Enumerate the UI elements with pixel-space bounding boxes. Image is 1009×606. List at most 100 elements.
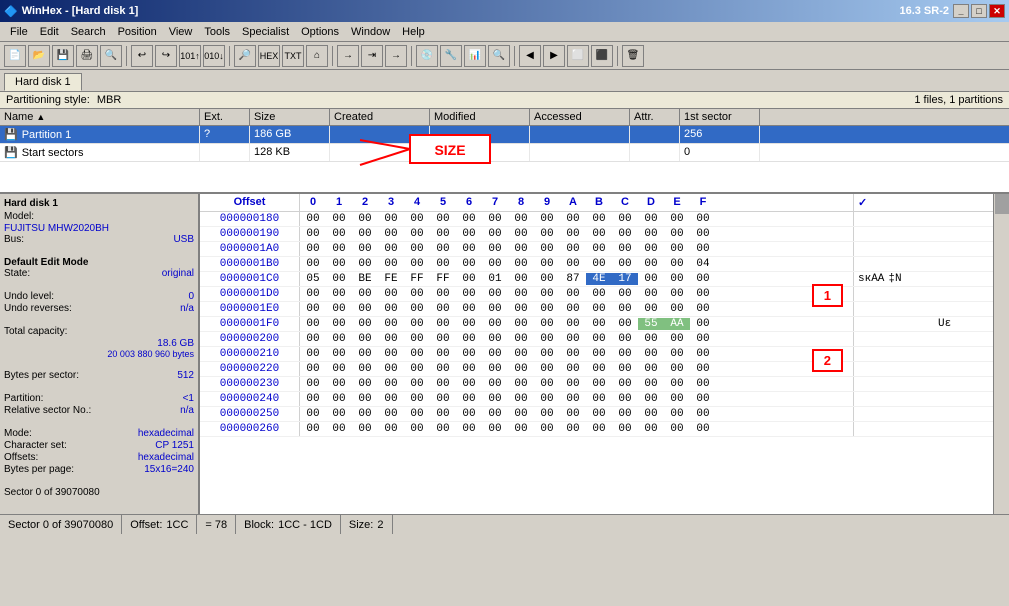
hex-byte-cell[interactable]: 00 — [326, 363, 352, 375]
hex-byte-cell[interactable]: 00 — [560, 333, 586, 345]
hex-byte-cell[interactable]: 00 — [560, 213, 586, 225]
hex-byte-cell[interactable]: 00 — [326, 423, 352, 435]
hex-byte-cell[interactable]: 00 — [326, 288, 352, 300]
hex-byte-cell[interactable]: 00 — [300, 393, 326, 405]
hex-byte-cell[interactable]: 00 — [508, 288, 534, 300]
maximize-button[interactable]: □ — [971, 4, 987, 18]
hex-byte-cell[interactable]: 00 — [404, 363, 430, 375]
hex-byte-cell[interactable]: 00 — [586, 363, 612, 375]
hex-byte-cell[interactable]: 00 — [638, 213, 664, 225]
toolbar-open[interactable]: 📂 — [28, 45, 50, 67]
hex-byte-cell[interactable]: 00 — [404, 213, 430, 225]
hex-byte-cell[interactable]: 00 — [638, 303, 664, 315]
title-bar-controls[interactable]: _ □ ✕ — [953, 4, 1005, 18]
hex-byte-cell[interactable]: 00 — [326, 393, 352, 405]
tab-harddisk1[interactable]: Hard disk 1 — [4, 73, 82, 91]
hex-byte-cell[interactable]: 00 — [430, 423, 456, 435]
hex-byte-cell[interactable]: 00 — [378, 333, 404, 345]
hex-byte-cell[interactable]: 00 — [326, 408, 352, 420]
toolbar-disk3[interactable]: 📊 — [464, 45, 486, 67]
hex-byte-cell[interactable]: 00 — [612, 243, 638, 255]
hex-byte-cell[interactable]: 00 — [300, 228, 326, 240]
hex-byte-cell[interactable]: 00 — [612, 378, 638, 390]
hex-byte-cell[interactable]: 00 — [430, 393, 456, 405]
hex-byte-cell[interactable]: 00 — [456, 393, 482, 405]
hex-byte-cell[interactable]: 00 — [612, 318, 638, 330]
hex-byte-cell[interactable]: FF — [404, 273, 430, 285]
hex-byte-cell[interactable]: 00 — [560, 423, 586, 435]
hex-byte-cell[interactable]: 00 — [456, 318, 482, 330]
toolbar-disk1[interactable]: 💿 — [416, 45, 438, 67]
hex-byte-cell[interactable]: 00 — [300, 318, 326, 330]
hex-byte-cell[interactable]: 00 — [690, 333, 716, 345]
hex-byte-cell[interactable]: 00 — [508, 258, 534, 270]
hex-byte-cell[interactable]: AA — [664, 318, 690, 330]
hex-byte-cell[interactable]: 00 — [534, 213, 560, 225]
hex-byte-cell[interactable]: 00 — [638, 348, 664, 360]
hex-byte-cell[interactable]: 00 — [586, 243, 612, 255]
hex-byte-cell[interactable]: 00 — [326, 378, 352, 390]
hex-byte-cell[interactable]: 00 — [612, 333, 638, 345]
hex-byte-cell[interactable]: 00 — [404, 408, 430, 420]
hex-byte-cell[interactable]: 00 — [664, 333, 690, 345]
hex-byte-cell[interactable]: 00 — [690, 408, 716, 420]
close-button[interactable]: ✕ — [989, 4, 1005, 18]
hex-byte-cell[interactable]: 00 — [456, 363, 482, 375]
hex-byte-cell[interactable]: 00 — [326, 213, 352, 225]
hex-byte-cell[interactable]: 00 — [586, 228, 612, 240]
toolbar-nav-back[interactable]: ◀ — [519, 45, 541, 67]
hex-byte-cell[interactable]: 00 — [560, 408, 586, 420]
hex-byte-cell[interactable]: 00 — [482, 393, 508, 405]
hex-byte-cell[interactable]: 00 — [612, 348, 638, 360]
hex-byte-cell[interactable]: 00 — [482, 228, 508, 240]
hex-byte-cell[interactable]: 00 — [326, 318, 352, 330]
hex-byte-cell[interactable]: 00 — [612, 423, 638, 435]
hex-byte-cell[interactable]: 00 — [352, 243, 378, 255]
hex-byte-cell[interactable]: 00 — [534, 243, 560, 255]
hex-byte-cell[interactable]: 00 — [326, 348, 352, 360]
hex-byte-cell[interactable]: 00 — [482, 258, 508, 270]
menu-options[interactable]: Options — [295, 24, 345, 40]
hex-byte-cell[interactable]: 00 — [690, 273, 716, 285]
hex-byte-cell[interactable]: 00 — [352, 288, 378, 300]
hex-byte-cell[interactable]: 00 — [690, 243, 716, 255]
hex-byte-cell[interactable]: 00 — [638, 333, 664, 345]
toolbar-hex[interactable]: HEX — [258, 45, 280, 67]
hex-byte-cell[interactable]: 00 — [690, 363, 716, 375]
menu-help[interactable]: Help — [396, 24, 431, 40]
hex-byte-cell[interactable]: 00 — [664, 348, 690, 360]
hex-byte-cell[interactable]: 00 — [378, 348, 404, 360]
hex-byte-cell[interactable]: 00 — [430, 288, 456, 300]
toolbar-nav-forward[interactable]: ▶ — [543, 45, 565, 67]
hex-byte-cell[interactable]: 00 — [352, 378, 378, 390]
hex-byte-cell[interactable]: 00 — [300, 288, 326, 300]
hex-byte-cell[interactable]: 00 — [300, 423, 326, 435]
hex-byte-cell[interactable]: 00 — [326, 258, 352, 270]
hex-byte-cell[interactable]: 00 — [300, 348, 326, 360]
hex-byte-cell[interactable]: 00 — [352, 318, 378, 330]
hex-byte-cell[interactable]: 00 — [352, 423, 378, 435]
hex-byte-cell[interactable]: 00 — [404, 303, 430, 315]
hex-byte-cell[interactable]: 00 — [664, 213, 690, 225]
hex-byte-cell[interactable]: 00 — [326, 243, 352, 255]
hex-byte-cell[interactable]: 00 — [690, 423, 716, 435]
hex-byte-cell[interactable]: 00 — [482, 408, 508, 420]
menu-tools[interactable]: Tools — [198, 24, 236, 40]
hex-byte-cell[interactable]: 00 — [508, 378, 534, 390]
hex-byte-cell[interactable]: 00 — [586, 378, 612, 390]
toolbar-print[interactable]: 🖨 — [76, 45, 98, 67]
hex-byte-cell[interactable]: 00 — [404, 348, 430, 360]
hex-byte-cell[interactable]: 00 — [404, 378, 430, 390]
hex-byte-cell[interactable]: 00 — [560, 363, 586, 375]
hex-byte-cell[interactable]: 00 — [534, 408, 560, 420]
hex-byte-cell[interactable]: 00 — [534, 333, 560, 345]
hex-byte-cell[interactable]: 00 — [664, 423, 690, 435]
hex-byte-cell[interactable]: 00 — [508, 318, 534, 330]
hex-byte-cell[interactable]: 00 — [612, 408, 638, 420]
menu-edit[interactable]: Edit — [34, 24, 65, 40]
hex-byte-cell[interactable]: 00 — [456, 348, 482, 360]
hex-byte-cell[interactable]: 00 — [586, 303, 612, 315]
hex-byte-cell[interactable]: 00 — [456, 423, 482, 435]
hex-byte-cell[interactable]: 00 — [378, 288, 404, 300]
hex-byte-cell[interactable]: 00 — [508, 393, 534, 405]
